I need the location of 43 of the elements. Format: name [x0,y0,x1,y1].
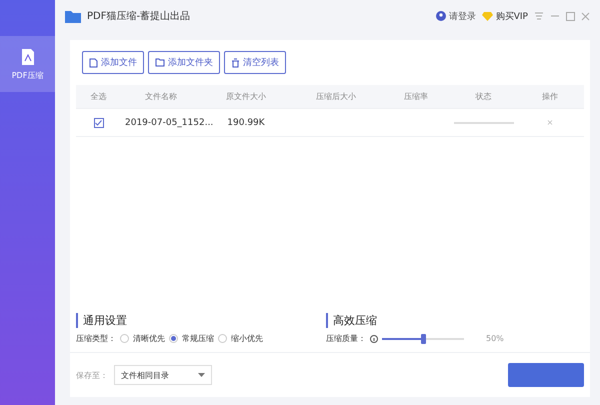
quality-label: 压缩质量： [326,333,366,344]
sidebar-item[interactable]: PDF压缩 [0,36,55,92]
trash-icon [231,58,240,68]
save-label: 保存至： [76,370,108,380]
toolbar-button[interactable]: 添加文件 [82,51,144,74]
radio-label: 清晰优先 [133,333,165,344]
pdf-file-icon [20,48,36,66]
section-title: 通用设置 [76,313,326,328]
file-name: 2019-07-05_1152... [125,118,214,128]
close-icon[interactable] [581,12,590,20]
column-header: 原文件大小 [225,91,267,102]
menu-icon[interactable] [534,12,544,20]
quality-reading: 50% [486,334,504,343]
file-add-icon [89,58,98,68]
caret-icon [198,373,205,377]
column-header: 状态 [474,91,492,102]
radio-button[interactable] [218,334,227,343]
row-checkbox[interactable] [94,118,104,128]
vip-link[interactable]: 购买VIP [482,10,528,22]
folder-logo-icon [65,10,81,22]
toolbar-button[interactable]: 添加文件夹 [148,51,220,74]
radio-label: 常规压缩 [182,333,214,344]
maximize-icon[interactable] [566,12,575,20]
toolbar-button[interactable]: 清空列表 [224,51,286,74]
column-header: 全选 [90,91,108,102]
section-title: 高效压缩 [326,313,566,328]
slider-thumb[interactable] [421,334,426,344]
login-link[interactable]: 请登录 [436,10,476,22]
user-icon [436,11,446,21]
folder-icon [155,58,165,67]
column-header: 文件名称 [144,91,178,102]
type-label: 压缩类型： [76,333,116,344]
diamond-icon [482,12,493,20]
radio-label: 缩小优先 [231,333,263,344]
column-header: 压缩率 [403,91,429,102]
column-header: 压缩后大小 [315,91,357,102]
start-button[interactable] [508,363,584,387]
radio-button[interactable] [120,334,129,343]
save-dropdown[interactable]: 文件相同目录 [114,365,212,385]
radio-button[interactable] [169,334,178,343]
info-icon [370,334,378,342]
window-title: PDF猫压缩-蓄提山出品 [87,10,190,23]
column-header: 操作 [541,91,559,102]
